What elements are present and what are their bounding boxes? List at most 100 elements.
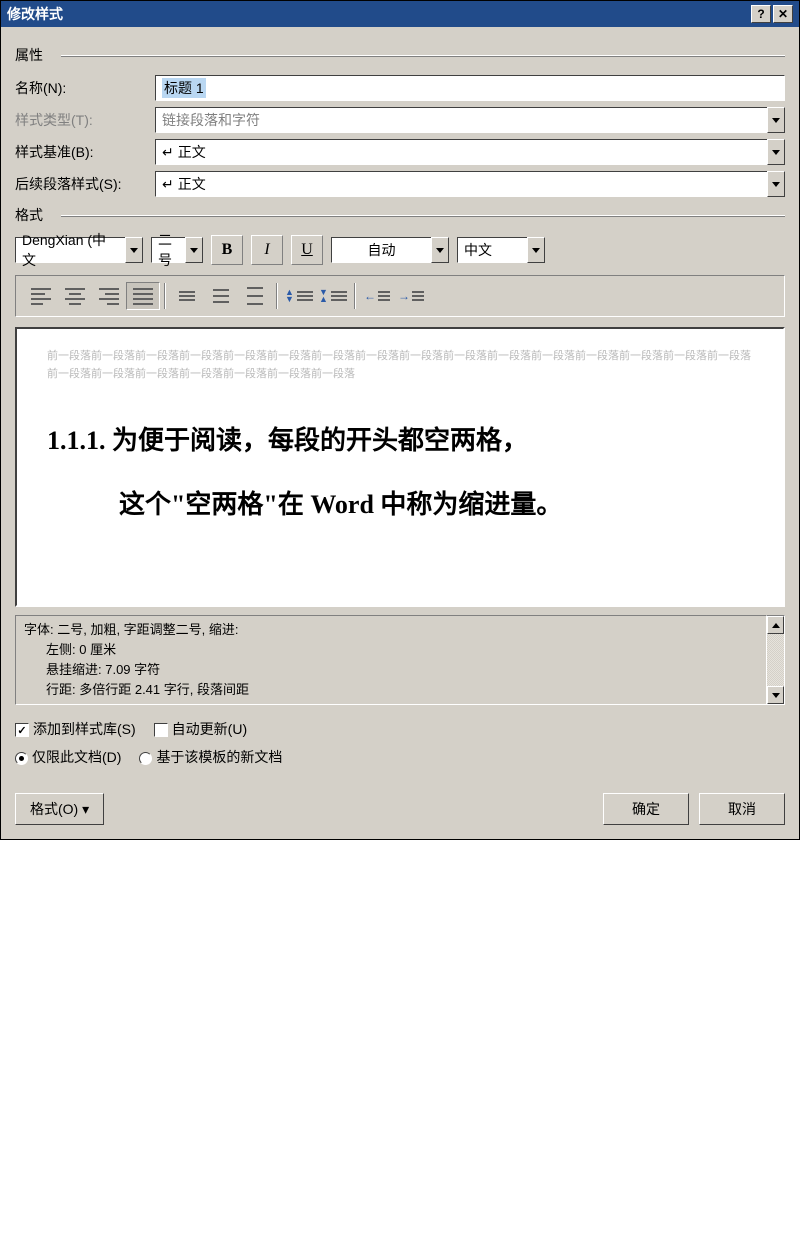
- description-scrollbar[interactable]: [767, 615, 785, 705]
- new-docs-on-template-radio[interactable]: 基于该模板的新文档: [139, 747, 282, 767]
- indent-decrease-button[interactable]: ←: [360, 282, 394, 310]
- underline-button[interactable]: U: [291, 235, 323, 265]
- align-right-button[interactable]: [92, 282, 126, 310]
- button-label: 确定: [632, 799, 660, 819]
- titlebar: 修改样式 ? ✕: [1, 1, 799, 27]
- italic-icon: I: [264, 241, 269, 259]
- next-style-value: 正文: [178, 174, 206, 194]
- type-dropdown-button: [767, 107, 785, 133]
- separator: [164, 283, 166, 309]
- group-properties-label: 属性: [15, 47, 43, 63]
- dialog-title: 修改样式: [7, 4, 63, 24]
- chevron-down-icon: [130, 248, 138, 253]
- line-spacing-icon: [213, 289, 229, 303]
- separator: [276, 283, 278, 309]
- chevron-down-icon: [772, 182, 780, 187]
- underline-icon: U: [301, 241, 313, 259]
- name-input[interactable]: 标题 1: [155, 75, 785, 101]
- scroll-up-button[interactable]: [767, 616, 784, 634]
- font-color-combo[interactable]: 自动: [331, 237, 449, 263]
- style-description: 字体: 二号, 加粗, 字距调整二号, 缩进: 左侧: 0 厘米 悬挂缩进: 7…: [15, 615, 767, 705]
- size-value: 二号: [158, 230, 179, 270]
- align-right-icon: [99, 288, 119, 305]
- next-style-dropdown-button[interactable]: [767, 171, 785, 197]
- space-before-increase-button[interactable]: ▲▼: [282, 282, 316, 310]
- preview-line-1: 1.1.1. 为便于阅读，每段的开头都空两格，: [47, 409, 753, 473]
- checkbox-icon: [154, 723, 168, 737]
- lang-combo[interactable]: 中文: [457, 237, 545, 263]
- align-center-icon: [65, 288, 85, 305]
- ok-button[interactable]: 确定: [603, 793, 689, 825]
- align-left-button[interactable]: [24, 282, 58, 310]
- font-combo[interactable]: DengXian (中文: [15, 237, 143, 263]
- font-value: DengXian (中文: [22, 230, 119, 270]
- line-spacing-icon: [179, 291, 195, 301]
- italic-button[interactable]: I: [251, 235, 283, 265]
- line-spacing-1-button[interactable]: [170, 282, 204, 310]
- align-left-icon: [31, 288, 51, 305]
- align-center-button[interactable]: [58, 282, 92, 310]
- row-type: 样式类型(T): 链接段落和字符: [15, 107, 785, 133]
- format-menu-button[interactable]: 格式(O) ▾: [15, 793, 104, 825]
- pilcrow-icon: ↵: [162, 176, 174, 193]
- desc-line: 字体: 二号, 加粗, 字距调整二号, 缩进:: [24, 620, 758, 640]
- indent-increase-button[interactable]: →: [394, 282, 428, 310]
- spacing-arrow-icon: ▲▼: [285, 289, 313, 303]
- triangle-down-icon: [772, 693, 780, 698]
- based-on-dropdown-button[interactable]: [767, 139, 785, 165]
- line-spacing-2-button[interactable]: [238, 282, 272, 310]
- modify-style-dialog: 修改样式 ? ✕ 属性 名称(N): 标题 1 样式类型(T): 链接段落和字符…: [0, 0, 800, 840]
- spacing-arrow-icon: ▼▲: [319, 289, 347, 303]
- font-color-dropdown-button[interactable]: [431, 237, 449, 263]
- help-button[interactable]: ?: [751, 5, 771, 23]
- pilcrow-icon: ↵: [162, 144, 174, 161]
- line-spacing-15-button[interactable]: [204, 282, 238, 310]
- bold-button[interactable]: B: [211, 235, 243, 265]
- scroll-track[interactable]: [767, 634, 784, 686]
- desc-line: 悬挂缩进: 7.09 字符: [24, 660, 758, 680]
- label-name: 名称(N):: [15, 78, 155, 98]
- close-button[interactable]: ✕: [773, 5, 793, 23]
- checkbox-label: 添加到样式库(S): [33, 721, 136, 737]
- lang-value: 中文: [464, 240, 492, 260]
- radio-icon: [139, 752, 152, 765]
- label-based-on: 样式基准(B):: [15, 142, 155, 162]
- indent-decrease-icon: ←: [364, 289, 390, 303]
- auto-update-checkbox[interactable]: 自动更新(U): [154, 719, 247, 739]
- size-combo[interactable]: 二号: [151, 237, 203, 263]
- align-justify-button[interactable]: [126, 282, 160, 310]
- next-style-select[interactable]: ↵ 正文: [155, 171, 767, 197]
- radio-label: 基于该模板的新文档: [156, 749, 282, 765]
- options-area: ✓添加到样式库(S) 自动更新(U) 仅限此文档(D) 基于该模板的新文档: [15, 719, 785, 767]
- bold-icon: B: [222, 241, 233, 259]
- radio-icon: [15, 752, 28, 765]
- chevron-down-icon: [772, 118, 780, 123]
- chevron-down-icon: [532, 248, 540, 253]
- desc-line: 左侧: 0 厘米: [24, 640, 758, 660]
- chevron-down-icon: ▾: [82, 801, 89, 818]
- description-area: 字体: 二号, 加粗, 字距调整二号, 缩进: 左侧: 0 厘米 悬挂缩进: 7…: [15, 615, 785, 705]
- separator: [354, 283, 356, 309]
- font-color-value: 自动: [368, 240, 396, 260]
- lang-dropdown-button[interactable]: [527, 237, 545, 263]
- label-type: 样式类型(T):: [15, 110, 155, 130]
- type-value: 链接段落和字符: [162, 110, 260, 130]
- preview-pane: 前一段落前一段落前一段落前一段落前一段落前一段落前一段落前一段落前一段落前一段落…: [15, 327, 785, 607]
- radio-label: 仅限此文档(D): [32, 749, 121, 765]
- triangle-up-icon: [772, 623, 780, 628]
- type-select: 链接段落和字符: [155, 107, 767, 133]
- row-based-on: 样式基准(B): ↵ 正文: [15, 139, 785, 165]
- space-before-decrease-button[interactable]: ▼▲: [316, 282, 350, 310]
- group-format-label: 格式: [15, 207, 43, 223]
- based-on-select[interactable]: ↵ 正文: [155, 139, 767, 165]
- based-on-value: 正文: [178, 142, 206, 162]
- help-icon: ?: [757, 7, 764, 21]
- cancel-button[interactable]: 取消: [699, 793, 785, 825]
- font-dropdown-button[interactable]: [125, 237, 143, 263]
- chevron-down-icon: [190, 248, 198, 253]
- only-this-document-radio[interactable]: 仅限此文档(D): [15, 747, 121, 767]
- size-dropdown-button[interactable]: [185, 237, 203, 263]
- scroll-down-button[interactable]: [767, 686, 784, 704]
- add-to-quick-styles-checkbox[interactable]: ✓添加到样式库(S): [15, 719, 136, 739]
- preview-sample-text: 1.1.1. 为便于阅读，每段的开头都空两格， 这个"空两格"在 Word 中称…: [47, 409, 753, 537]
